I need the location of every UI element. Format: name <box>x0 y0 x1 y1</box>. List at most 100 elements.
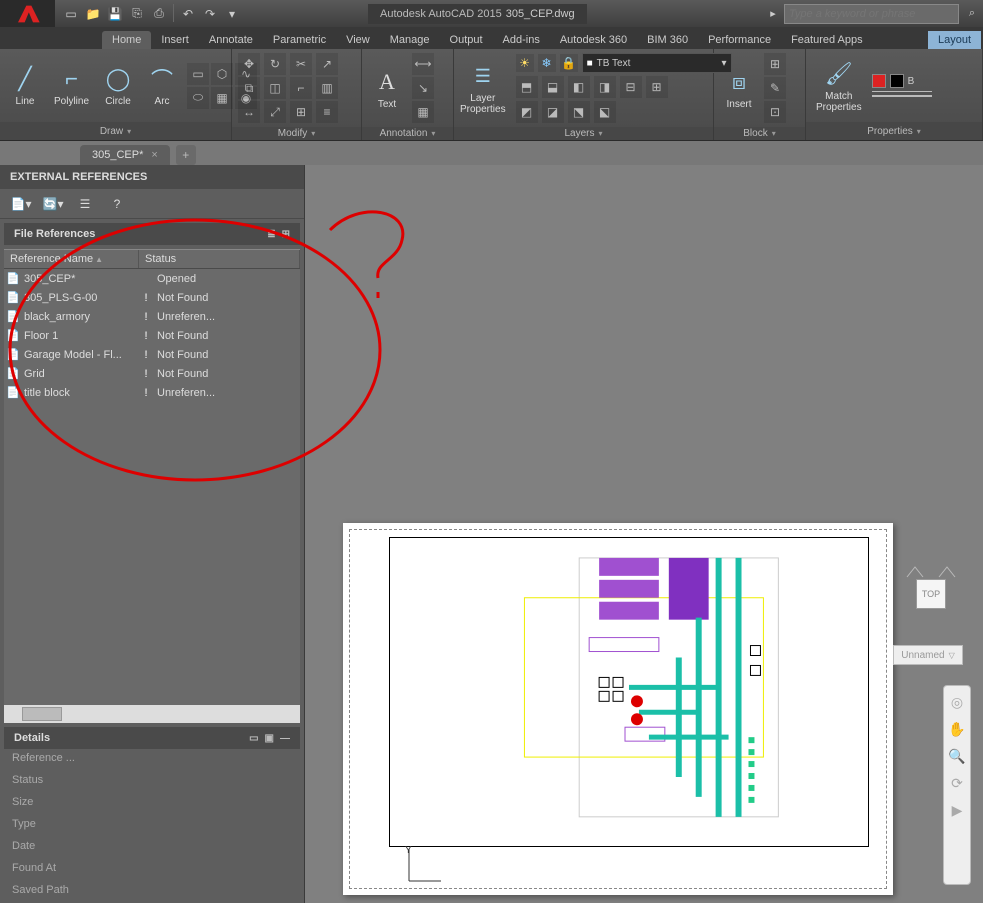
panel-title-annotation[interactable]: Annotation <box>362 127 453 140</box>
details-header[interactable]: Details ▭▣— <box>4 727 300 749</box>
layer-tool-icon[interactable]: ◧ <box>568 76 590 98</box>
title-caret-icon[interactable]: ▸ <box>762 4 784 24</box>
search-input[interactable] <box>784 4 959 24</box>
new-icon[interactable]: ▭ <box>61 4 81 24</box>
preview-icon[interactable]: ▣ <box>265 733 274 744</box>
modify-tool-icon[interactable]: ↗ <box>316 53 338 75</box>
tab-annotate[interactable]: Annotate <box>199 31 263 49</box>
tab-performance[interactable]: Performance <box>698 31 781 49</box>
view-cube[interactable]: TOP <box>901 565 961 625</box>
layer-combo[interactable]: ■TB Text▾ <box>582 53 732 73</box>
reference-row[interactable]: 📄Grid!Not Found <box>4 364 300 383</box>
dimension-icon[interactable]: ⟷ <box>412 53 434 75</box>
tree-icon[interactable]: ⊞ <box>282 229 290 240</box>
saveas-icon[interactable]: ⎘ <box>127 4 147 24</box>
layer-tool-icon[interactable]: ⊟ <box>620 76 642 98</box>
tab-bim360[interactable]: BIM 360 <box>637 31 698 49</box>
reference-row[interactable]: 📄305_PLS-G-00!Not Found <box>4 288 300 307</box>
panel-title-block[interactable]: Block <box>714 127 805 140</box>
layer-tool-icon[interactable]: ◨ <box>594 76 616 98</box>
layer-tool-icon[interactable]: ◪ <box>542 101 564 123</box>
panel-title-properties[interactable]: Properties <box>806 122 982 140</box>
tab-view[interactable]: View <box>336 31 380 49</box>
tab-layout[interactable]: Layout <box>928 31 981 49</box>
steering-wheel-icon[interactable]: ◎ <box>951 694 963 711</box>
horizontal-scrollbar[interactable] <box>4 705 300 723</box>
attach-dwg-icon[interactable]: 📄▾ <box>10 194 32 214</box>
tab-output[interactable]: Output <box>440 31 493 49</box>
infocenter-icon[interactable]: ⌕ <box>961 4 983 24</box>
layer-tool-icon[interactable]: ◩ <box>516 101 538 123</box>
bulb-icon[interactable]: ☀ <box>516 54 534 72</box>
print-icon[interactable]: ⎙ <box>149 4 169 24</box>
line-button[interactable]: ╱Line <box>6 62 44 109</box>
freeze-icon[interactable]: ❄ <box>538 54 556 72</box>
table-icon[interactable]: ▦ <box>412 101 434 123</box>
layer-tool-icon[interactable]: ⬔ <box>568 101 590 123</box>
fillet-icon[interactable]: ⌐ <box>290 77 312 99</box>
view-name-button[interactable]: Unnamed▽ <box>893 645 963 665</box>
layer-properties-button[interactable]: ☰Layer Properties <box>460 61 512 115</box>
help-icon[interactable]: ? <box>106 194 128 214</box>
block-tool-icon[interactable]: ⊡ <box>764 101 786 123</box>
insert-button[interactable]: ⧈Insert <box>720 65 758 112</box>
reference-row[interactable]: 📄Garage Model - Fl...!Not Found <box>4 345 300 364</box>
file-references-header[interactable]: File References ≣⊞ <box>4 223 300 245</box>
rotate-icon[interactable]: ↻ <box>264 53 286 75</box>
modify-tool-icon[interactable]: ≡ <box>316 101 338 123</box>
redo-icon[interactable]: ↷ <box>200 4 220 24</box>
refresh-icon[interactable]: 🔄▾ <box>42 194 64 214</box>
draw-tool-icon[interactable]: ▦ <box>211 87 233 109</box>
panel-title-draw[interactable]: Draw <box>0 122 231 140</box>
draw-tool-icon[interactable]: ⬡ <box>211 63 233 85</box>
tab-featuredapps[interactable]: Featured Apps <box>781 31 873 49</box>
pan-icon[interactable]: ✋ <box>948 721 965 738</box>
layer-tool-icon[interactable]: ⬕ <box>594 101 616 123</box>
stretch-icon[interactable]: ↔ <box>238 101 260 123</box>
polyline-button[interactable]: ⌐Polyline <box>50 62 93 109</box>
layer-tool-icon[interactable]: ⬒ <box>516 76 538 98</box>
mirror-icon[interactable]: ◫ <box>264 77 286 99</box>
tab-insert[interactable]: Insert <box>151 31 199 49</box>
viewport[interactable] <box>389 537 869 847</box>
list-view-icon[interactable]: ≣ <box>267 229 275 240</box>
document-tab[interactable]: 305_CEP* × <box>80 145 170 165</box>
tab-addins[interactable]: Add-ins <box>493 31 550 49</box>
color-swatch[interactable] <box>890 74 904 88</box>
draw-tool-icon[interactable]: ⬭ <box>187 87 209 109</box>
tab-parametric[interactable]: Parametric <box>263 31 336 49</box>
reference-row[interactable]: 📄Floor 1!Not Found <box>4 326 300 345</box>
collapse-icon[interactable]: — <box>280 733 290 744</box>
text-button[interactable]: AText <box>368 65 406 112</box>
panel-title-layers[interactable]: Layers <box>454 127 713 140</box>
lock-icon[interactable]: 🔒 <box>560 54 578 72</box>
undo-icon[interactable]: ↶ <box>178 4 198 24</box>
tab-home[interactable]: Home <box>102 31 151 49</box>
leader-icon[interactable]: ↘ <box>412 77 434 99</box>
lineweight-icon[interactable] <box>872 91 932 92</box>
trim-icon[interactable]: ✂ <box>290 53 312 75</box>
reference-row[interactable]: 📄black_armory!Unreferen... <box>4 307 300 326</box>
lineweight-icon[interactable] <box>872 95 932 97</box>
add-tab-button[interactable]: + <box>176 145 196 165</box>
save-icon[interactable]: 💾 <box>105 4 125 24</box>
showmotion-icon[interactable]: ▶ <box>952 802 963 819</box>
array-icon[interactable]: ⊞ <box>290 101 312 123</box>
circle-button[interactable]: ◯Circle <box>99 62 137 109</box>
draw-tool-icon[interactable]: ▭ <box>187 63 209 85</box>
color-swatch[interactable] <box>872 74 886 88</box>
tab-autodesk360[interactable]: Autodesk 360 <box>550 31 637 49</box>
panel-title-modify[interactable]: Modify <box>232 127 361 140</box>
drawing-canvas[interactable]: Y TOP Unnamed▽ ◎ ✋ 🔍 ⟳ ▶ <box>305 165 983 903</box>
scale-icon[interactable]: ⤢ <box>264 101 286 123</box>
reference-row[interactable]: 📄305_CEP*Opened <box>4 269 300 288</box>
block-tool-icon[interactable]: ⊞ <box>764 53 786 75</box>
tab-manage[interactable]: Manage <box>380 31 440 49</box>
app-logo[interactable] <box>0 0 55 27</box>
qat-dropdown-icon[interactable]: ▾ <box>222 4 242 24</box>
tree-view-icon[interactable]: ☰ <box>74 194 96 214</box>
layer-tool-icon[interactable]: ⊞ <box>646 76 668 98</box>
block-tool-icon[interactable]: ✎ <box>764 77 786 99</box>
layer-tool-icon[interactable]: ⬓ <box>542 76 564 98</box>
arc-button[interactable]: ⌒Arc <box>143 62 181 109</box>
